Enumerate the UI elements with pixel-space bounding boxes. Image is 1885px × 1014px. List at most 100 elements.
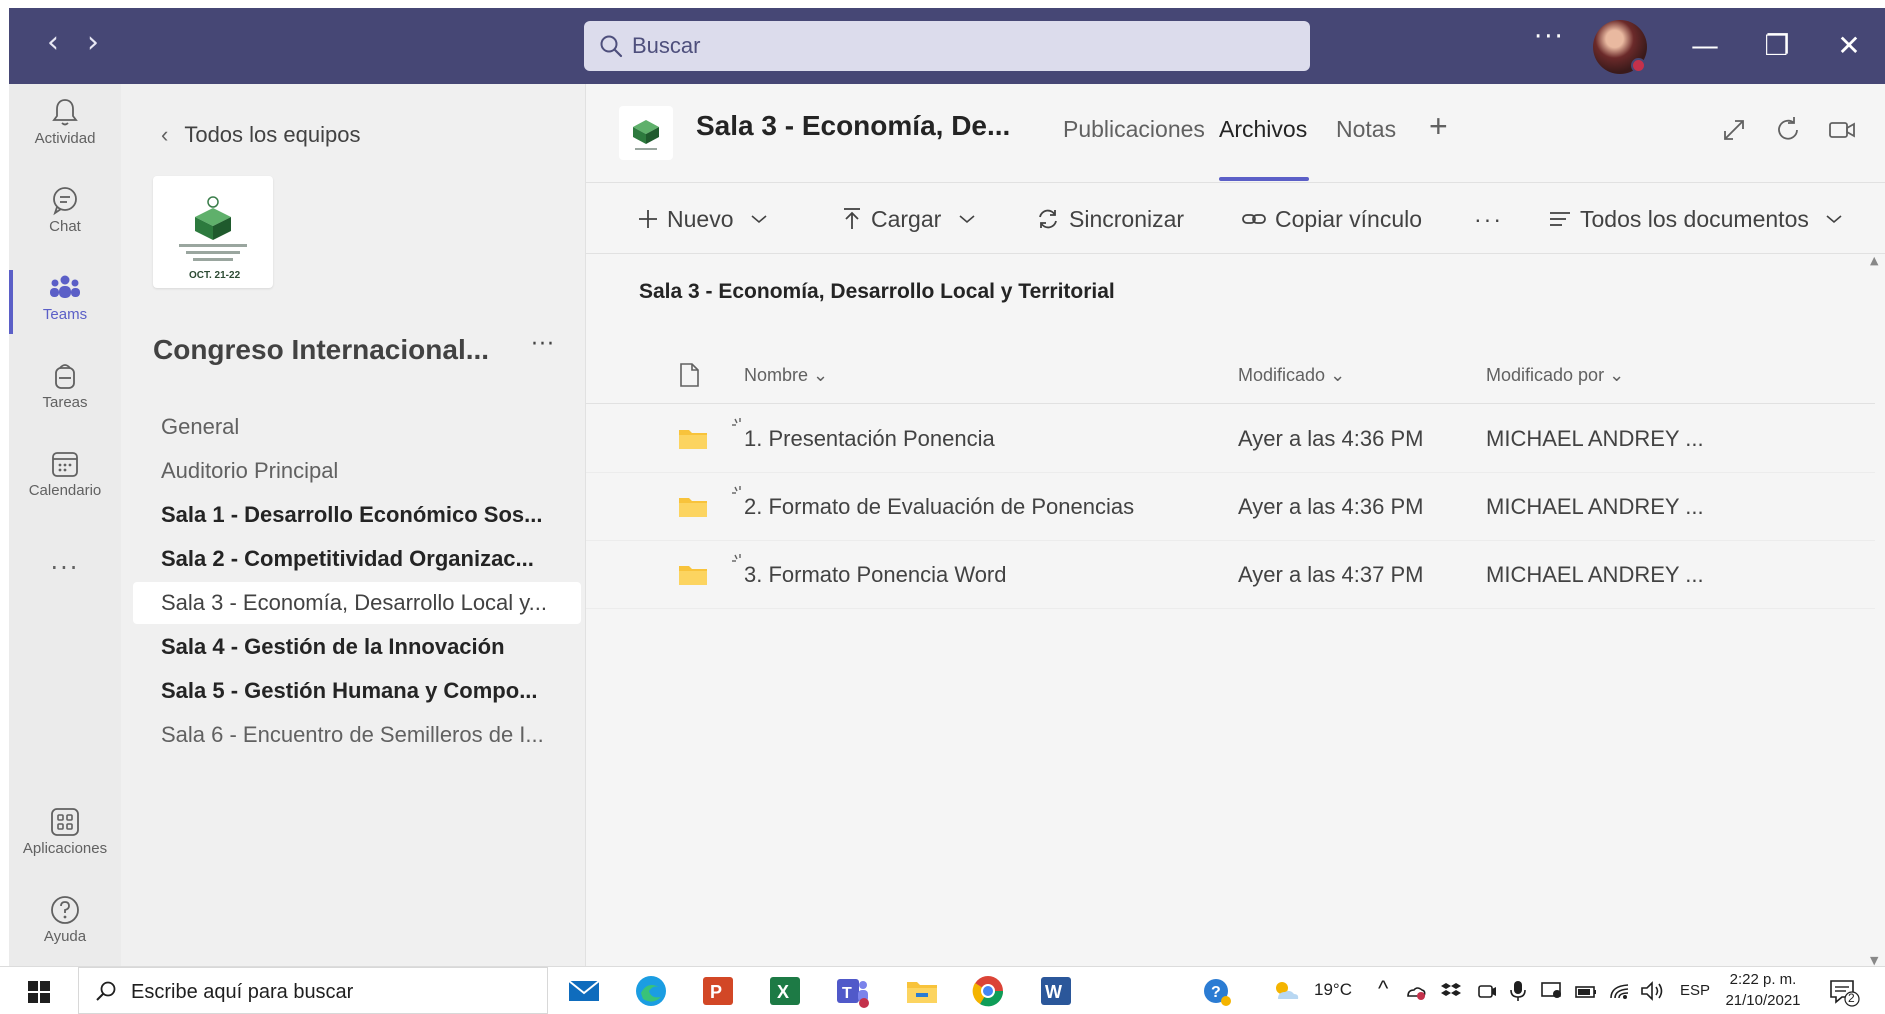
channel-sala-3[interactable]: Sala 3 - Economía, Desarrollo Local y... xyxy=(133,582,581,624)
channel-auditorio[interactable]: Auditorio Principal xyxy=(133,450,581,492)
channel-avatar xyxy=(619,106,673,160)
toolbar-more-button[interactable]: ··· xyxy=(1474,183,1503,255)
logo-text-lines xyxy=(179,244,247,265)
upload-button[interactable]: Cargar xyxy=(841,183,976,255)
excel-app-icon[interactable]: X xyxy=(767,973,803,1009)
table-row[interactable]: 1. Presentación Ponencia Ayer a las 4:36… xyxy=(586,405,1875,473)
column-name-label: Nombre xyxy=(744,365,809,385)
word-app-icon[interactable]: W xyxy=(1038,973,1074,1009)
chevron-down-icon xyxy=(751,215,767,223)
svg-text:?: ? xyxy=(1211,984,1221,1001)
channel-sala-6[interactable]: Sala 6 - Encuentro de Semilleros de I... xyxy=(133,714,581,756)
more-apps-button[interactable]: ··· xyxy=(9,554,121,582)
column-modified[interactable]: Modificado ⌄ xyxy=(1238,346,1345,404)
rail-item-label: Teams xyxy=(42,306,88,323)
file-explorer-icon[interactable] xyxy=(904,973,940,1009)
column-modified-by[interactable]: Modificado por ⌄ xyxy=(1486,346,1624,404)
refresh-icon[interactable] xyxy=(1770,112,1806,148)
chevron-down-icon: ⌄ xyxy=(1609,365,1625,385)
help-tray-icon[interactable]: ? xyxy=(1202,977,1232,1007)
tab-archivos[interactable]: Archivos xyxy=(1219,116,1307,143)
sync-label: Sincronizar xyxy=(1069,206,1185,232)
file-name[interactable]: 1. Presentación Ponencia xyxy=(744,405,995,473)
channel-sala-1[interactable]: Sala 1 - Desarrollo Económico Sos... xyxy=(133,494,581,536)
add-tab-button[interactable]: + xyxy=(1429,108,1448,145)
search-box[interactable]: Buscar xyxy=(584,21,1310,71)
chevron-up-icon[interactable]: ^ xyxy=(1378,976,1388,1002)
close-button[interactable]: ✕ xyxy=(1827,24,1871,68)
avatar[interactable] xyxy=(1593,20,1647,74)
new-button[interactable]: Nuevo xyxy=(637,183,768,255)
rail-item-teams[interactable]: Teams xyxy=(9,260,121,344)
view-switcher[interactable]: Todos los documentos xyxy=(1548,183,1843,255)
file-modified: Ayer a las 4:36 PM xyxy=(1238,426,1424,451)
column-name[interactable]: Nombre ⌄ xyxy=(744,346,828,404)
battery-icon[interactable] xyxy=(1574,980,1598,1002)
powerpoint-app-icon[interactable]: P xyxy=(700,973,736,1009)
weather-icon[interactable] xyxy=(1270,977,1300,1005)
tab-notas[interactable]: Notas xyxy=(1336,116,1396,143)
table-row[interactable]: 3. Formato Ponencia Word Ayer a las 4:37… xyxy=(586,541,1875,609)
rail-item-help[interactable]: Ayuda xyxy=(9,882,121,966)
file-modified-by[interactable]: MICHAEL ANDREY ... xyxy=(1486,405,1704,473)
rail-item-label: Ayuda xyxy=(43,928,87,945)
channel-sala-2[interactable]: Sala 2 - Competitividad Organizac... xyxy=(133,538,581,580)
tab-publicaciones[interactable]: Publicaciones xyxy=(1063,116,1205,143)
wifi-icon[interactable] xyxy=(1608,980,1632,1002)
input-language[interactable]: ESP xyxy=(1680,982,1710,999)
teams-app-icon[interactable]: T xyxy=(834,973,870,1009)
team-name[interactable]: Congreso Internacional... xyxy=(153,334,489,366)
file-type-icon[interactable] xyxy=(678,362,700,388)
clock-time: 2:22 p. m. xyxy=(1729,971,1797,988)
notifications-icon[interactable] xyxy=(1828,977,1860,1007)
microphone-icon[interactable] xyxy=(1508,979,1528,1003)
sync-button[interactable]: Sincronizar xyxy=(1035,183,1184,255)
rail-item-calendar[interactable]: Calendario xyxy=(9,436,121,520)
all-teams-label: Todos los equipos xyxy=(184,122,361,147)
meet-tray-icon[interactable] xyxy=(1476,980,1498,1002)
scroll-down-arrow[interactable]: ▼ xyxy=(1870,954,1882,967)
expand-icon[interactable] xyxy=(1716,112,1752,148)
file-name[interactable]: 2. Formato de Evaluación de Ponencias xyxy=(744,473,1134,541)
onedrive-icon[interactable] xyxy=(1404,980,1426,1002)
file-modified-by[interactable]: MICHAEL ANDREY ... xyxy=(1486,473,1704,541)
rail-item-activity[interactable]: Actividad xyxy=(9,84,121,168)
team-panel: ‹ Todos los equipos OCT. 21-22 Congreso I… xyxy=(121,84,586,974)
mail-app-icon[interactable] xyxy=(566,973,602,1009)
copy-link-button[interactable]: Copiar vínculo xyxy=(1241,183,1422,255)
forward-button[interactable]: › xyxy=(75,26,111,62)
file-modified-by[interactable]: MICHAEL ANDREY ... xyxy=(1486,541,1704,609)
channel-title: Sala 3 - Economía, De... xyxy=(696,110,1011,141)
rail-item-chat[interactable]: Chat xyxy=(9,172,121,256)
plus-icon xyxy=(639,209,657,228)
meet-now-icon[interactable] xyxy=(1824,112,1860,148)
team-more-button[interactable]: ··· xyxy=(531,332,555,357)
dropbox-icon[interactable] xyxy=(1440,980,1462,1002)
rail-item-tasks[interactable]: Tareas xyxy=(9,348,121,432)
file-name[interactable]: 3. Formato Ponencia Word xyxy=(744,541,1007,609)
channel-general[interactable]: General xyxy=(133,406,581,448)
all-teams-link[interactable]: ‹ Todos los equipos xyxy=(161,122,360,148)
minimize-button[interactable]: — xyxy=(1683,24,1727,68)
volume-icon[interactable] xyxy=(1640,980,1666,1002)
taskbar-search[interactable]: Escribe aquí para buscar xyxy=(78,967,548,1014)
edge-app-icon[interactable] xyxy=(633,973,669,1009)
channel-sala-4[interactable]: Sala 4 - Gestión de la Innovación xyxy=(133,626,581,668)
back-button[interactable]: ‹ xyxy=(35,26,71,62)
channel-sala-5[interactable]: Sala 5 - Gestión Humana y Compo... xyxy=(133,670,581,712)
windows-start-icon[interactable] xyxy=(28,981,50,1003)
table-row[interactable]: 2. Formato de Evaluación de Ponencias Ay… xyxy=(586,473,1875,541)
display-tray-icon[interactable] xyxy=(1540,980,1564,1002)
cube-logo-icon xyxy=(195,196,231,240)
scroll-up-arrow[interactable]: ▲ xyxy=(1870,254,1882,267)
settings-more-button[interactable]: ··· xyxy=(1534,22,1565,52)
rail-item-apps[interactable]: Aplicaciones xyxy=(9,794,121,878)
clock[interactable]: 2:22 p. m. 21/10/2021 xyxy=(1718,969,1808,1011)
restore-button[interactable]: ❐ xyxy=(1755,24,1799,68)
rail-item-label: Chat xyxy=(49,218,81,235)
tasks-icon xyxy=(55,364,75,389)
team-logo[interactable]: OCT. 21-22 xyxy=(153,176,273,288)
bell-icon xyxy=(52,99,78,126)
cube-logo-icon xyxy=(633,120,659,150)
chrome-app-icon[interactable] xyxy=(970,973,1006,1009)
